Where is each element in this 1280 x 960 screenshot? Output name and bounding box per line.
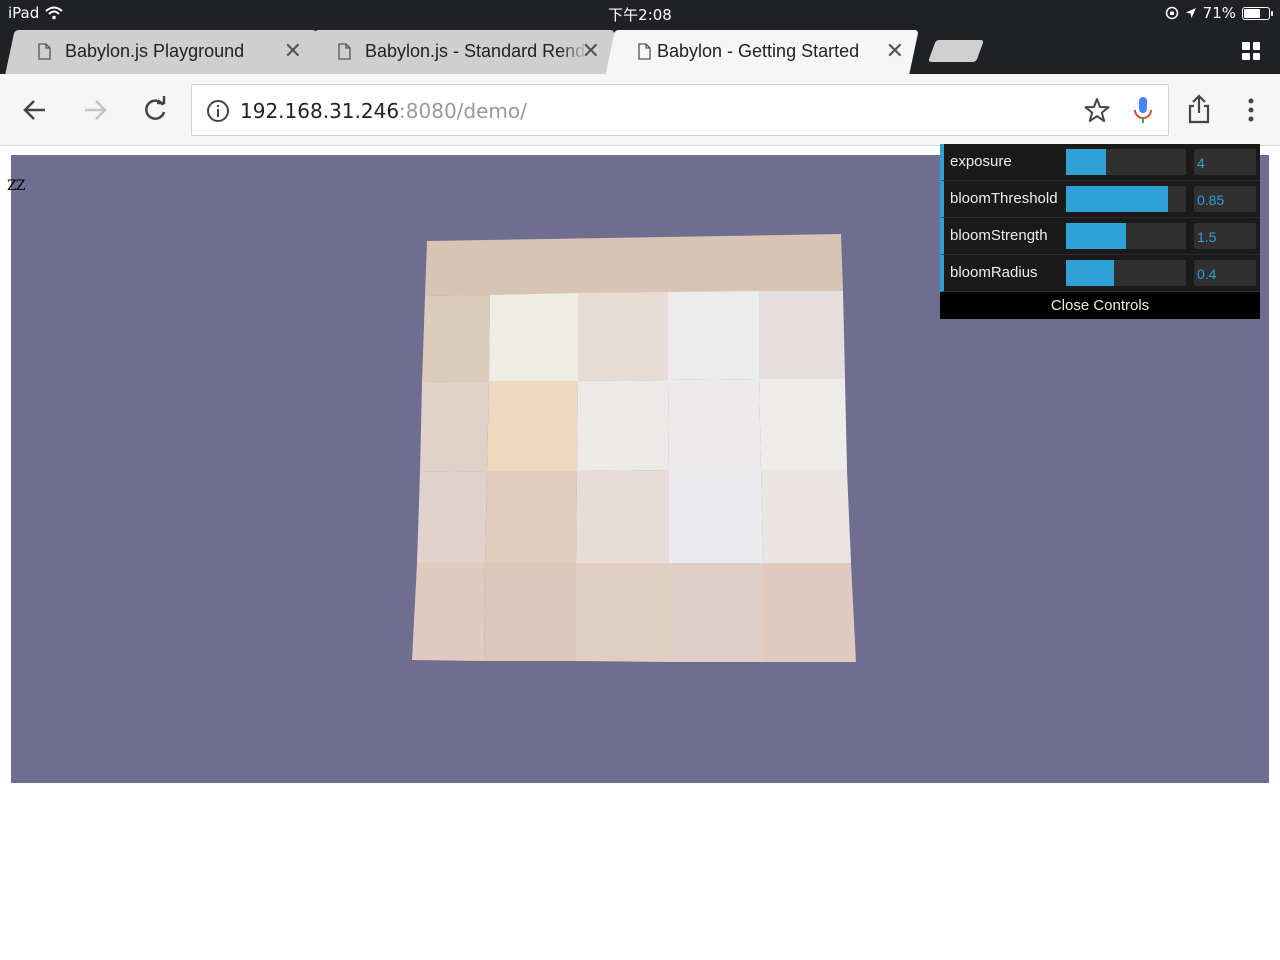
slider-fill (1066, 186, 1168, 212)
status-time: 下午2:08 (608, 6, 672, 24)
address-bar[interactable]: 192.168.31.246:8080/demo/ (191, 84, 1169, 136)
close-tab-icon[interactable]: ✕ (886, 39, 904, 64)
arrow-left-icon[interactable] (19, 94, 51, 126)
control-bloom-strength: bloomStrength 1.5 (940, 218, 1260, 255)
browser-toolbar: 192.168.31.246:8080/demo/ (0, 74, 1280, 146)
location-icon (1185, 8, 1196, 18)
bloom-strength-input[interactable]: 1.5 (1194, 223, 1256, 249)
tab-title: Babylon.js Playground (65, 41, 245, 61)
bloom-threshold-slider[interactable] (1066, 186, 1186, 212)
page-icon (638, 43, 651, 60)
exposure-input[interactable]: 4 (1194, 149, 1256, 175)
reload-icon[interactable] (139, 94, 171, 126)
slider-fill (1066, 223, 1126, 249)
battery-level (1244, 8, 1261, 18)
bloom-threshold-input[interactable]: 0.85 (1194, 186, 1256, 212)
info-icon[interactable] (206, 99, 230, 123)
close-tab-icon[interactable]: ✕ (284, 39, 302, 64)
control-label: exposure (950, 153, 1012, 170)
url-text[interactable]: 192.168.31.246:8080/demo/ (240, 99, 527, 123)
rotation-lock-icon (1165, 6, 1178, 20)
controls-panel: exposure 4 bloomThreshold 0.85 bloomStre… (940, 144, 1260, 319)
grid-icon[interactable] (1242, 42, 1260, 60)
star-icon[interactable] (1084, 97, 1110, 123)
url-path: :8080/demo/ (399, 99, 527, 123)
control-label: bloomRadius (950, 264, 1038, 281)
bloom-radius-input[interactable]: 0.4 (1194, 260, 1256, 286)
control-exposure: exposure 4 (940, 144, 1260, 181)
share-icon[interactable] (1186, 94, 1212, 124)
slider-fill (1066, 260, 1114, 286)
arrow-right-icon[interactable] (79, 94, 111, 126)
tab-getting-started[interactable]: Babylon - Getting Started ✕ (605, 30, 919, 74)
page-icon (38, 43, 51, 60)
control-label: bloomStrength (950, 227, 1048, 244)
tab-title: Babylon - Getting Started (657, 41, 860, 61)
debug-text: ZZ (7, 178, 25, 194)
battery-percent: 71% (1202, 4, 1236, 22)
tab-standard-render[interactable]: Babylon.js - Standard Render ✕ (305, 30, 615, 74)
control-label: bloomThreshold (950, 190, 1058, 207)
slider-fill (1066, 149, 1106, 175)
more-vertical-icon[interactable] (1240, 96, 1262, 124)
microphone-icon[interactable] (1132, 96, 1154, 126)
tab-playground[interactable]: Babylon.js Playground ✕ (5, 30, 317, 74)
close-tab-icon[interactable]: ✕ (582, 39, 600, 64)
status-bar: iPad 下午2:08 71% (0, 0, 1280, 26)
new-tab-button[interactable] (927, 40, 985, 62)
control-bloom-threshold: bloomThreshold 0.85 (940, 181, 1260, 218)
url-host: 192.168.31.246 (240, 99, 400, 123)
control-bloom-radius: bloomRadius 0.4 (940, 255, 1260, 292)
tab-strip: Babylon.js Playground ✕ Babylon.js - Sta… (0, 26, 1280, 74)
bloom-radius-slider[interactable] (1066, 260, 1186, 286)
tab-title: Babylon.js - Standard Render (365, 41, 587, 61)
close-controls-button[interactable]: Close Controls (940, 292, 1260, 319)
status-bar-right: 71% (1165, 4, 1273, 22)
bloom-strength-slider[interactable] (1066, 223, 1186, 249)
exposure-slider[interactable] (1066, 149, 1186, 175)
battery-icon (1242, 6, 1273, 20)
page-icon (338, 43, 351, 60)
